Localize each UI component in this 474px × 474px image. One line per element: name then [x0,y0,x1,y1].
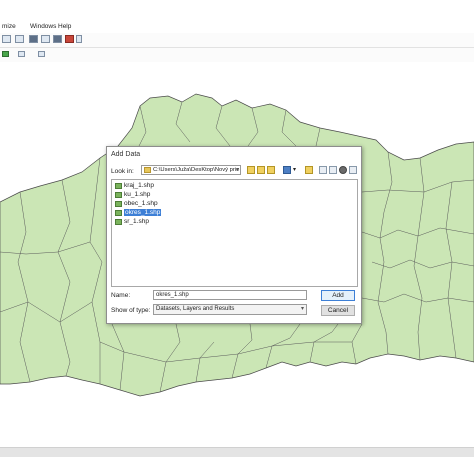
status-bar [0,447,474,457]
chevron-down-icon[interactable]: ▾ [301,305,304,314]
toc-icon[interactable] [41,35,50,43]
menu-item-customize[interactable]: mize [2,23,16,30]
search-window-icon[interactable] [53,35,62,43]
shapefile-icon [115,183,122,189]
show-type-select[interactable]: Datasets, Layers and Results ▾ [153,304,307,315]
file-list[interactable]: kraj_1.shp ku_1.shp obec_1.shp okres_1.s… [111,179,358,287]
view-list-icon[interactable] [283,166,291,174]
connections-icon[interactable] [329,166,337,174]
look-in-path: C:\Users\Juža\DesKtop\Nový prie [153,167,240,173]
secondary-toolbar [0,48,474,62]
dialog-title: Add Data [111,151,141,158]
shapefile-icon [115,210,122,216]
look-in-combo[interactable]: C:\Users\Juža\DesKtop\Nový prie ▾ [141,165,241,175]
bottom-area [0,457,474,474]
add-data-dialog: Add Data Look in: C:\Users\Juža\DesKtop\… [106,146,362,324]
menu-item-help[interactable]: Help [58,23,71,30]
chevron-down-icon[interactable]: ▾ [236,166,239,174]
add-button[interactable]: Add [321,290,355,301]
menu-item-windows[interactable]: Windows [30,23,56,30]
show-type-label: Show of type: [111,307,151,314]
name-input[interactable]: okres_1.shp [153,290,307,300]
new-folder-icon[interactable] [305,166,313,174]
python-icon[interactable] [2,35,11,43]
look-in-label: Look in: [111,168,134,175]
table-icon[interactable] [29,35,38,43]
shapefile-icon [115,219,122,225]
view-dropdown-icon[interactable]: ▾ [293,166,299,174]
connect-folder-icon[interactable] [267,166,275,174]
main-toolbar [0,33,474,48]
cancel-button[interactable]: Cancel [321,305,355,316]
identify-icon[interactable] [38,51,45,57]
catalog-icon[interactable] [15,35,24,43]
list-item[interactable]: ku_1.shp [115,191,150,199]
select-icon[interactable] [18,51,25,57]
home-folder-icon[interactable] [257,166,265,174]
catalog-view-icon[interactable] [319,166,327,174]
show-type-value: Datasets, Layers and Results [156,306,235,312]
details-icon[interactable] [349,166,357,174]
options-icon[interactable] [339,166,347,174]
help-pointer-icon[interactable] [76,35,82,43]
folder-icon [144,167,151,173]
list-item[interactable]: kraj_1.shp [115,182,154,190]
list-item[interactable]: obec_1.shp [115,200,158,208]
layer-icon[interactable] [2,51,9,57]
menu-bar: mize Windows Help [0,22,474,32]
list-item-selected[interactable]: okres_1.shp [115,209,162,217]
shapefile-icon [115,192,122,198]
list-item[interactable]: sr_1.shp [115,218,149,226]
shapefile-icon [115,201,122,207]
toolbox-icon[interactable] [65,35,74,43]
up-folder-icon[interactable] [247,166,255,174]
name-label: Name: [111,292,131,299]
